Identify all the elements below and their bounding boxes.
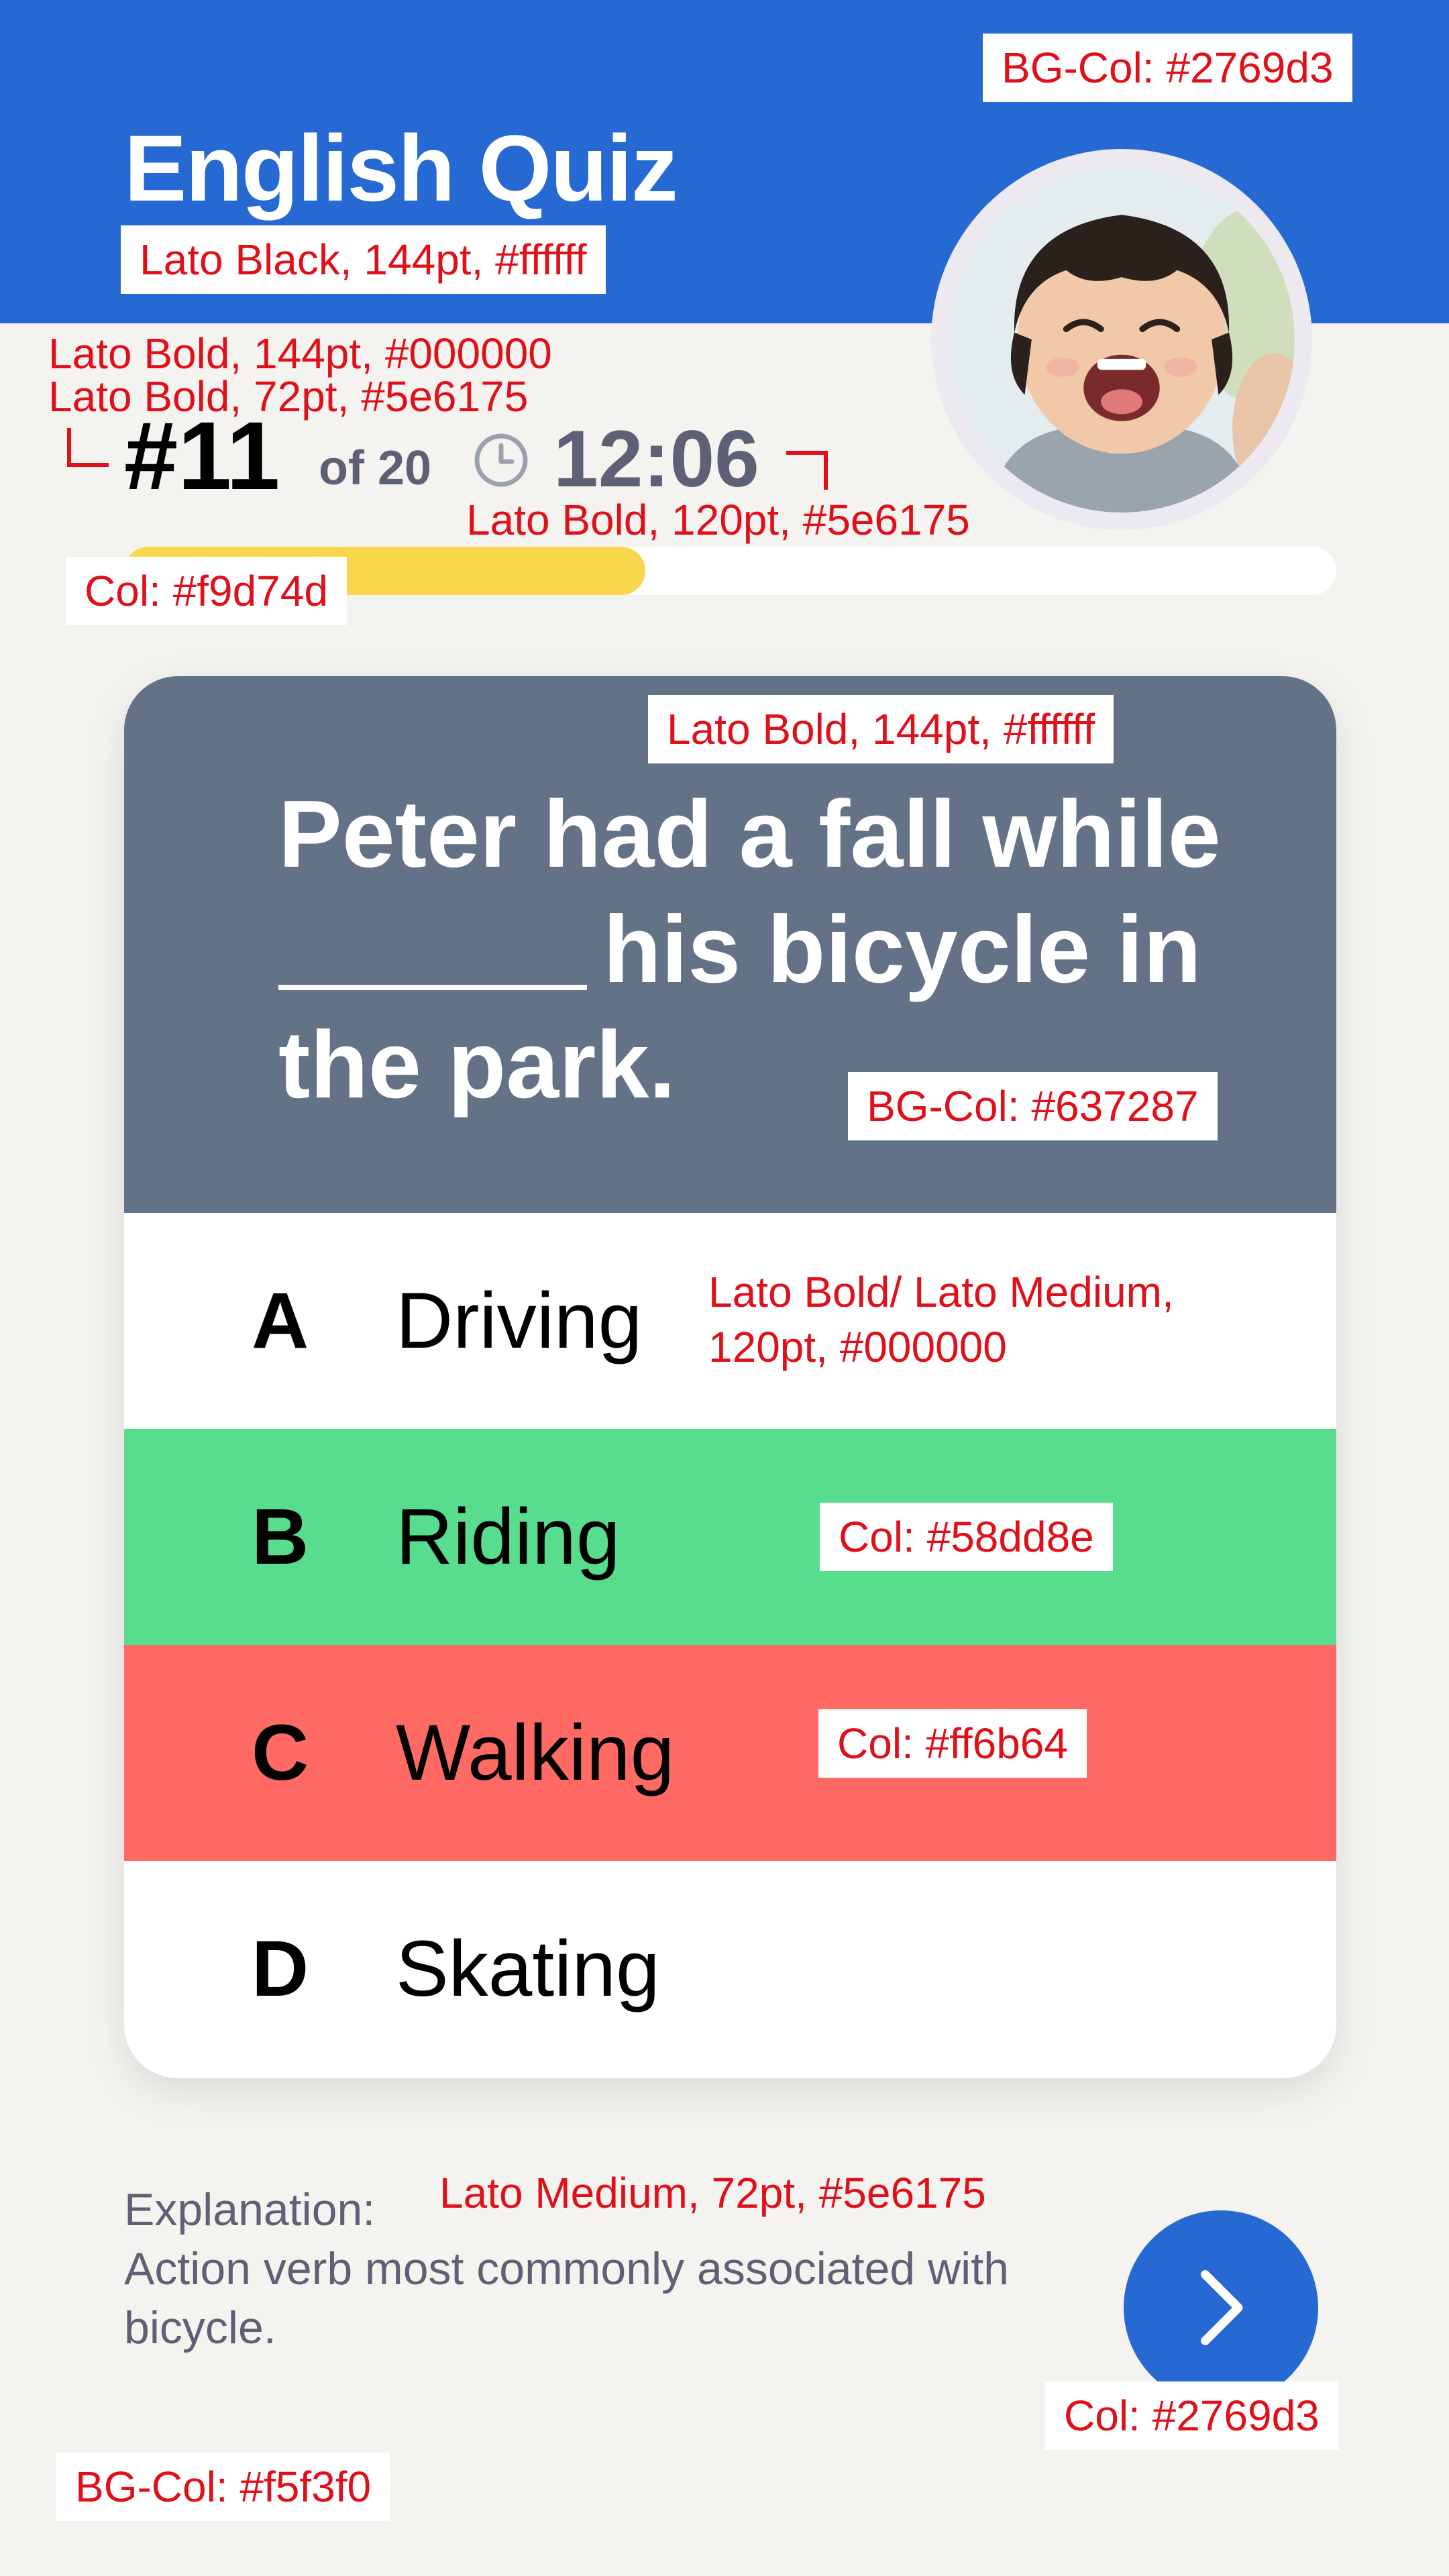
page-title: English Quiz (124, 115, 678, 221)
child-photo-icon (949, 166, 1295, 513)
avatar-photo (949, 166, 1295, 513)
option-b[interactable]: B Riding (124, 1429, 1336, 1645)
explanation-text: Action verb most commonly associated wit… (124, 2243, 1009, 2353)
option-d[interactable]: D Skating (124, 1861, 1336, 2077)
question-total: of 20 (319, 441, 432, 495)
question-text: Peter had a fall while his bicycle in th… (278, 777, 1236, 1123)
annotation-button-col: Col: #2769d3 (1045, 2381, 1338, 2450)
annotation-header-bg: BG-Col: #2769d3 (983, 34, 1352, 102)
clock-icon (474, 433, 528, 487)
answer-blank (278, 906, 587, 990)
option-text: Driving (396, 1277, 643, 1365)
annotation-correct-col: Col: #58dd8e (820, 1503, 1113, 1571)
annotation-question-font: Lato Bold, 144pt, #ffffff (648, 695, 1114, 763)
annotation-explain-font: Lato Medium, 72pt, #5e6175 (439, 2169, 986, 2217)
annotation-corner-left (67, 428, 109, 467)
avatar[interactable] (931, 149, 1312, 530)
timer: 12:06 (553, 414, 759, 504)
option-letter: A (252, 1277, 309, 1365)
option-text: Walking (396, 1709, 675, 1797)
annotation-page-bg: BG-Col: #f5f3f0 (56, 2453, 390, 2521)
annotation-progress-col: Col: #f9d74d (66, 557, 347, 625)
option-letter: B (252, 1493, 309, 1581)
option-text: Skating (396, 1925, 660, 2013)
annotation-wrong-col: Col: #ff6b64 (818, 1709, 1087, 1778)
annotation-qof-font: Lato Bold, 72pt, #5e6175 (48, 372, 529, 421)
annotation-question-bg: BG-Col: #637287 (848, 1072, 1218, 1140)
chevron-right-icon (1201, 2270, 1243, 2345)
question-text-before: Peter had a fall while (278, 781, 1221, 888)
annotation-corner-right (786, 451, 828, 490)
option-letter: C (252, 1709, 309, 1797)
annotation-timer-font: Lato Bold, 120pt, #5e6175 (466, 496, 970, 544)
option-text: Riding (396, 1493, 621, 1581)
next-button[interactable] (1124, 2210, 1318, 2405)
option-letter: D (252, 1925, 309, 2013)
option-c[interactable]: C Walking (124, 1645, 1336, 1861)
annotation-title-font: Lato Black, 144pt, #ffffff (121, 225, 606, 294)
question-card: Peter had a fall while his bicycle in th… (124, 676, 1336, 2078)
annotation-option-font: Lato Bold/ Lato Medium, 120pt, #000000 (708, 1268, 1174, 1371)
